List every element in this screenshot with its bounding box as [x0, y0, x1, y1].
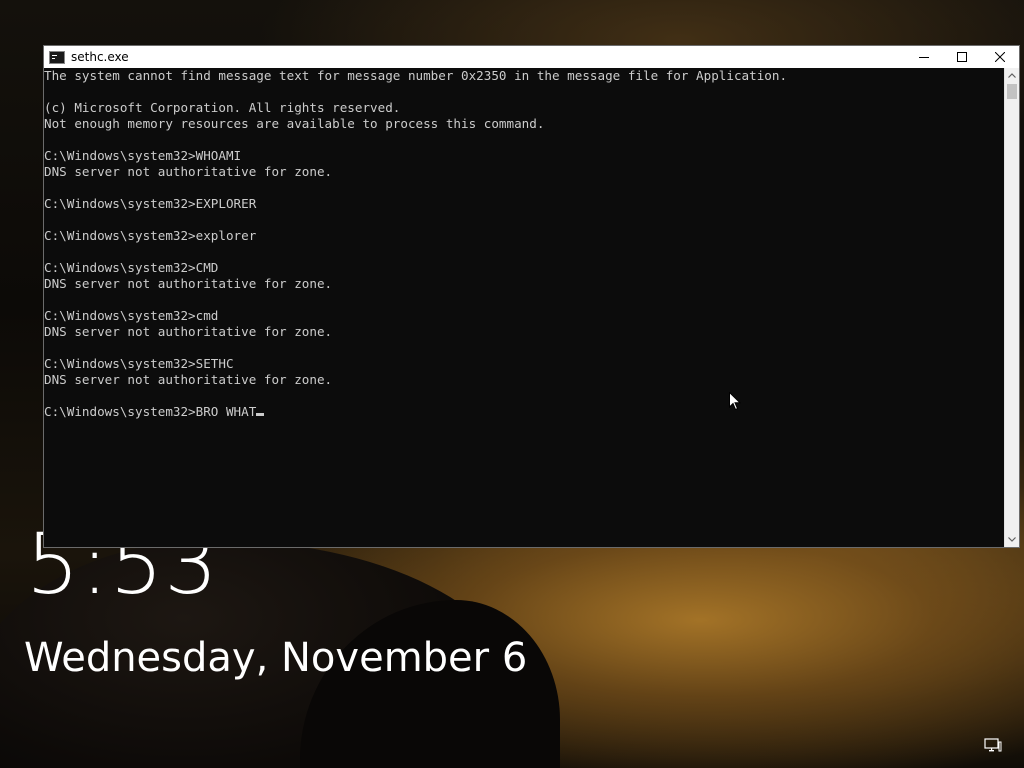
- console-line: DNS server not authoritative for zone.: [44, 164, 333, 179]
- window-titlebar[interactable]: sethc.exe: [44, 46, 1019, 68]
- console-history: The system cannot find message text for …: [44, 68, 1004, 404]
- console-line: C:\Windows\system32>EXPLORER: [44, 196, 257, 211]
- mouse-pointer-icon: [729, 392, 741, 411]
- chevron-down-icon: [1008, 537, 1016, 542]
- close-button[interactable]: [981, 46, 1019, 68]
- network-icon[interactable]: [984, 738, 1002, 754]
- window-controls: [905, 46, 1019, 68]
- maximize-icon: [957, 52, 967, 62]
- scroll-thumb[interactable]: [1007, 84, 1017, 99]
- console-client-area: The system cannot find message text for …: [44, 68, 1019, 547]
- console-line: DNS server not authoritative for zone.: [44, 276, 333, 291]
- close-icon: [995, 52, 1005, 62]
- console-icon: [49, 50, 65, 64]
- minimize-button[interactable]: [905, 46, 943, 68]
- lock-screen-date: Wednesday, November 6: [24, 635, 528, 681]
- vertical-scrollbar[interactable]: [1004, 68, 1019, 547]
- scroll-down-button[interactable]: [1005, 532, 1019, 547]
- console-line: C:\Windows\system32>SETHC: [44, 356, 234, 371]
- window-title: sethc.exe: [71, 50, 129, 64]
- console-output[interactable]: The system cannot find message text for …: [44, 68, 1004, 547]
- scroll-up-button[interactable]: [1005, 68, 1019, 83]
- minimize-icon: [919, 57, 929, 58]
- text-cursor: [256, 413, 265, 416]
- console-line: Not enough memory resources are availabl…: [44, 116, 545, 131]
- console-window[interactable]: sethc.exe The system cannot find message…: [43, 45, 1020, 548]
- console-line: C:\Windows\system32>WHOAMI: [44, 148, 242, 163]
- console-prompt-input[interactable]: C:\Windows\system32>BRO WHAT: [44, 404, 256, 419]
- console-line: The system cannot find message text for …: [44, 68, 788, 83]
- console-line: C:\Windows\system32>cmd: [44, 308, 219, 323]
- console-line: C:\Windows\system32>explorer: [44, 228, 257, 243]
- chevron-up-icon: [1008, 73, 1016, 78]
- console-line: DNS server not authoritative for zone.: [44, 372, 333, 387]
- maximize-button[interactable]: [943, 46, 981, 68]
- console-line: DNS server not authoritative for zone.: [44, 324, 333, 339]
- console-line: C:\Windows\system32>CMD: [44, 260, 219, 275]
- console-current-line[interactable]: C:\Windows\system32>BRO WHAT: [44, 404, 1004, 420]
- console-line: (c) Microsoft Corporation. All rights re…: [44, 100, 401, 115]
